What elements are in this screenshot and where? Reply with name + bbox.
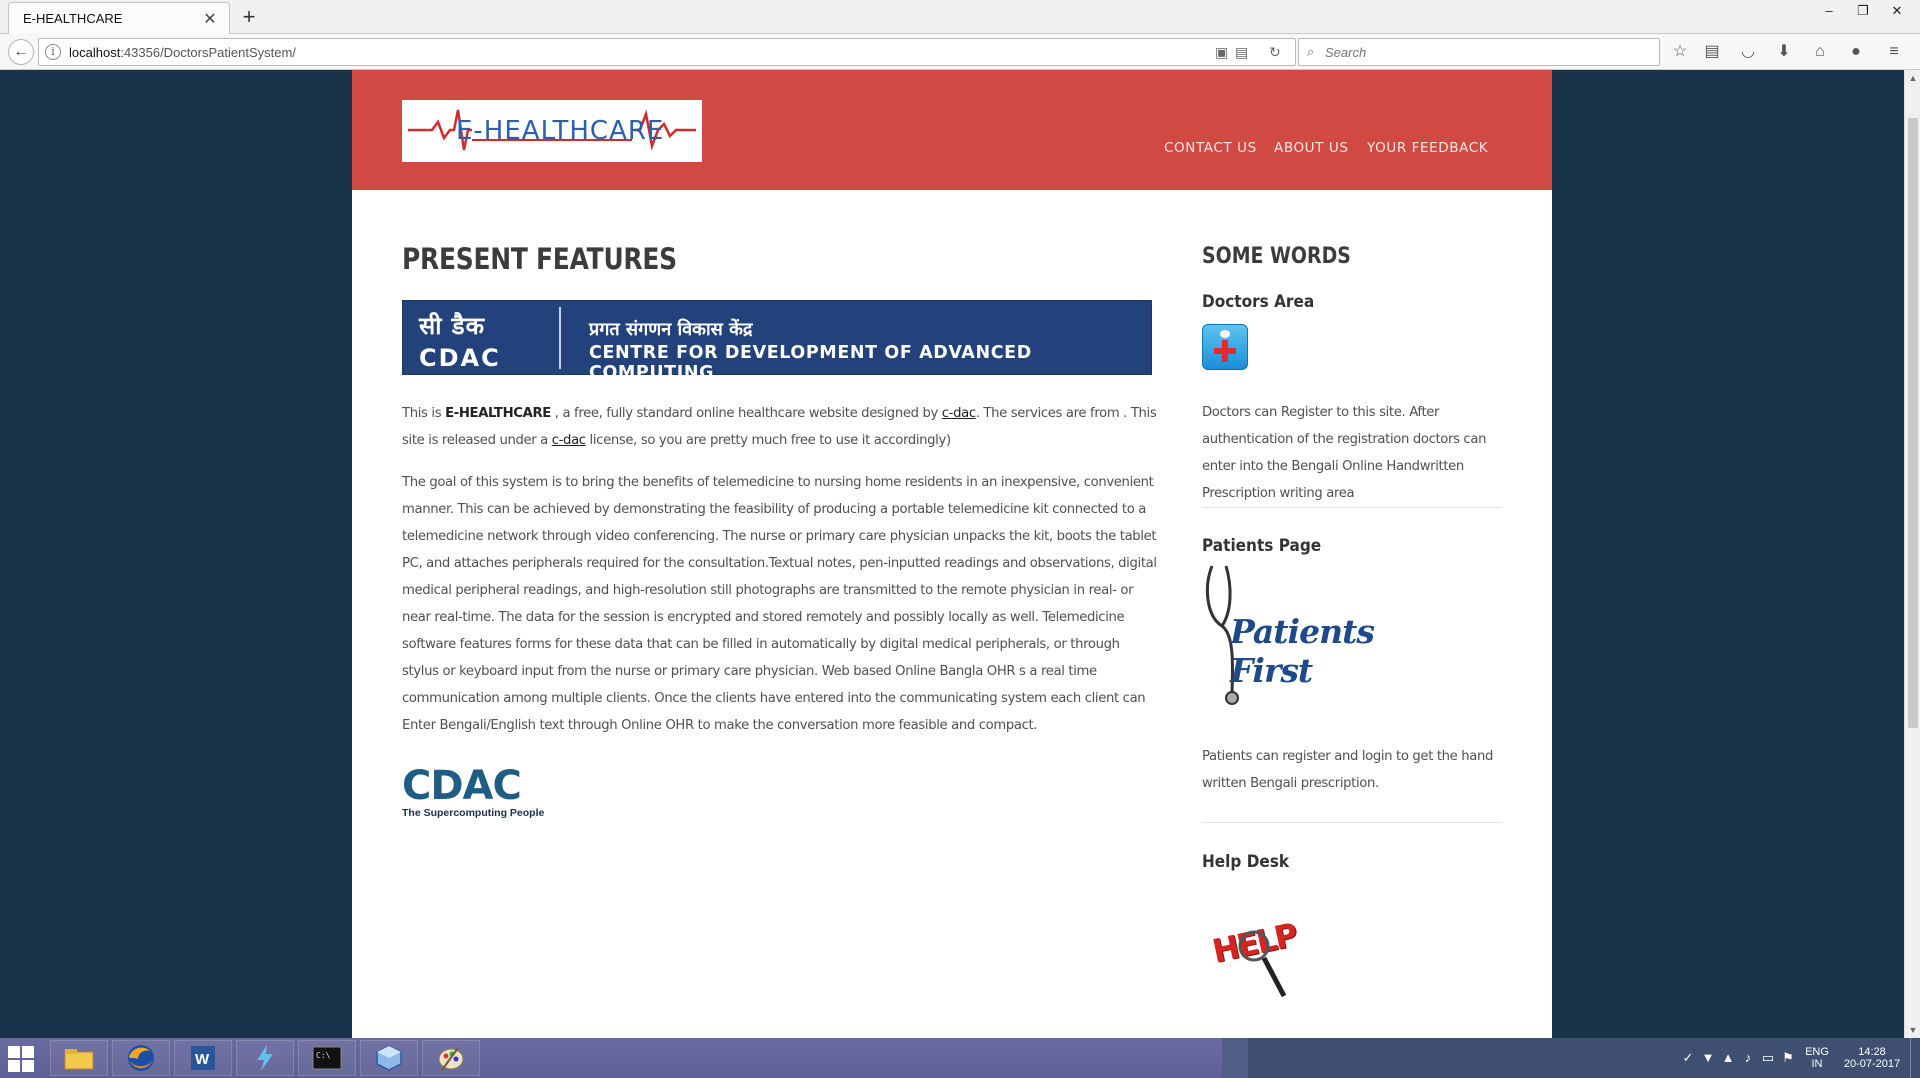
- close-window-button[interactable]: ✕: [1880, 0, 1914, 22]
- browser-nav-bar: ← i localhost:43356/DoctorsPatientSystem…: [0, 34, 1920, 70]
- virtualbox-icon[interactable]: [360, 1040, 418, 1076]
- extension-icon[interactable]: ●: [1844, 40, 1868, 64]
- intro-text-2: , a free, fully standard online healthca…: [550, 406, 942, 421]
- page-scrollbar[interactable]: ▲ ▼: [1904, 70, 1920, 1038]
- site-logo[interactable]: E-HEALTHCARE: [402, 100, 702, 162]
- bookmarks-list-icon[interactable]: ▤: [1700, 40, 1724, 64]
- address-bar[interactable]: i localhost:43356/DoctorsPatientSystem/ …: [38, 38, 1296, 66]
- banner-divider: [559, 307, 561, 369]
- reader-view-icon[interactable]: ▤: [1235, 44, 1248, 61]
- intro-text-4: license, so you are pretty much free to …: [585, 433, 952, 448]
- help-desk-logo[interactable]: HELP: [1209, 900, 1302, 1010]
- new-tab-button[interactable]: +: [234, 2, 264, 32]
- cdac-license-link[interactable]: c-dac: [552, 433, 586, 448]
- back-button[interactable]: ←: [8, 39, 34, 65]
- lightning-app-icon[interactable]: [236, 1040, 294, 1076]
- scrollbar-thumb[interactable]: [1908, 118, 1918, 728]
- description-paragraph: The goal of this system is to bring the …: [402, 475, 1157, 733]
- scroll-up-icon[interactable]: ▲: [1905, 70, 1920, 86]
- pocket-icon[interactable]: ◡: [1736, 40, 1760, 64]
- patients-page-text: Patients can register and login to get t…: [1202, 749, 1494, 791]
- home-icon[interactable]: ⌂: [1808, 40, 1832, 64]
- nav-about-us[interactable]: ABOUT US: [1274, 140, 1349, 156]
- svg-text:W: W: [195, 1051, 210, 1068]
- url-text[interactable]: localhost:43356/DoctorsPatientSystem/: [69, 45, 296, 60]
- site-logo-text: E-HEALTHCARE: [456, 116, 665, 146]
- patients-first-logo[interactable]: Patients First: [1202, 562, 1412, 705]
- paint-icon[interactable]: [422, 1040, 480, 1076]
- clock[interactable]: 14:28 20-07-2017: [1840, 1046, 1904, 1070]
- nav-contact-us[interactable]: CONTACT US: [1164, 140, 1257, 156]
- reload-icon[interactable]: ↻: [1269, 44, 1281, 61]
- cdac-footer-letters: CDAC: [402, 763, 522, 809]
- nav-your-feedback[interactable]: YOUR FEEDBACK: [1367, 140, 1488, 156]
- search-input[interactable]: [1325, 39, 1645, 65]
- region-code: IN: [1811, 1058, 1823, 1070]
- browser-tab[interactable]: E-HEALTHCARE ✕: [8, 2, 230, 34]
- screenshot-icon[interactable]: ▣: [1215, 44, 1228, 61]
- browser-tab-bar: E-HEALTHCARE ✕ + – ❐ ✕: [0, 0, 1920, 34]
- site-info-icon[interactable]: i: [45, 44, 61, 60]
- back-arrow-icon: ←: [13, 43, 29, 60]
- intro-brand: E-HEALTHCARE: [445, 406, 551, 421]
- doctors-area-text: Doctors can Register to this site. After…: [1202, 405, 1487, 501]
- banner-english: CENTRE FOR DEVELOPMENT OF ADVANCED COMPU…: [589, 343, 1032, 383]
- doctors-area-heading: Doctors Area: [1202, 292, 1315, 312]
- word-icon[interactable]: W: [174, 1040, 232, 1076]
- cdac-footer-logo: CDAC The Supercomputing People: [402, 763, 552, 819]
- command-prompt-icon[interactable]: C:\: [298, 1040, 356, 1076]
- restore-button[interactable]: ❐: [1846, 0, 1880, 22]
- windows-taskbar: W C:\ ✓ ▼ ▲ ♪ ▭ ⚑ ENG IN 14:28 20-07-201…: [0, 1038, 1920, 1078]
- url-host: localhost: [69, 45, 121, 60]
- tab-title: E-HEALTHCARE: [23, 11, 123, 26]
- network-shield-icon[interactable]: ✓: [1680, 1050, 1696, 1066]
- language-code: ENG: [1805, 1046, 1829, 1058]
- intro-text-1: This is: [402, 406, 446, 421]
- patients-page-heading: Patients Page: [1202, 536, 1322, 556]
- language-indicator[interactable]: ENG IN: [1802, 1046, 1832, 1070]
- speaker-icon[interactable]: ♪: [1740, 1050, 1756, 1066]
- intro-paragraph: This is E-HEALTHCARE , a free, fully sta…: [402, 400, 1158, 454]
- url-path: :43356/DoctorsPatientSystem/: [120, 45, 296, 60]
- scroll-down-icon[interactable]: ▼: [1905, 1022, 1920, 1038]
- patients-first-text: Patients First: [1230, 612, 1375, 690]
- cdac-footer-tagline: The Supercomputing People: [402, 807, 545, 819]
- show-desktop-button[interactable]: [1910, 1038, 1920, 1078]
- magnifier-icon: [1238, 930, 1287, 998]
- cdac-banner: सी डैक CDAC प्रगत संगणन विकास केंद्र CEN…: [402, 300, 1152, 383]
- bookmark-star-icon[interactable]: ☆: [1668, 40, 1692, 64]
- clock-time: 14:28: [1858, 1046, 1886, 1058]
- antivirus-icon[interactable]: ▼: [1700, 1050, 1716, 1066]
- menu-icon[interactable]: ≡: [1882, 40, 1906, 64]
- tab-close-icon[interactable]: ✕: [201, 9, 219, 29]
- search-icon: ⌕: [1307, 44, 1315, 59]
- banner-hindi-long: प्रगत संगणन विकास केंद्र: [589, 319, 753, 340]
- cdac-link[interactable]: c-dac: [942, 406, 976, 421]
- doctor-medical-icon[interactable]: [1202, 324, 1248, 370]
- downloads-icon[interactable]: ⬇: [1772, 40, 1796, 64]
- action-center-icon[interactable]: ⚑: [1780, 1050, 1796, 1066]
- file-explorer-icon[interactable]: [50, 1040, 108, 1076]
- search-bar[interactable]: ⌕: [1298, 38, 1660, 66]
- banner-logo-block: सी डैक CDAC: [419, 309, 559, 372]
- sidebar-divider: [1202, 507, 1502, 508]
- site-header: E-HEALTHCARE CONTACT US ABOUT US YOUR FE…: [352, 70, 1552, 190]
- help-desk-heading: Help Desk: [1202, 852, 1290, 872]
- show-hidden-icons[interactable]: ▲: [1720, 1050, 1736, 1066]
- page-title: PRESENT FEATURES: [402, 242, 677, 276]
- sidebar-title: SOME WORDS: [1202, 244, 1351, 269]
- clock-date: 20-07-2017: [1843, 1058, 1901, 1070]
- network-icon[interactable]: ▭: [1760, 1050, 1776, 1066]
- page-container: E-HEALTHCARE CONTACT US ABOUT US YOUR FE…: [352, 70, 1552, 1038]
- sidebar-divider: [1202, 822, 1502, 823]
- minimize-button[interactable]: –: [1812, 0, 1846, 22]
- windows-start-icon[interactable]: [8, 1046, 34, 1072]
- firefox-icon[interactable]: [112, 1040, 170, 1076]
- svg-text:C:\: C:\: [316, 1051, 331, 1060]
- page-viewport: E-HEALTHCARE CONTACT US ABOUT US YOUR FE…: [0, 70, 1904, 1038]
- banner-hindi-short: सी डैक: [419, 312, 486, 340]
- banner-cdac-text: CDAC: [419, 344, 501, 372]
